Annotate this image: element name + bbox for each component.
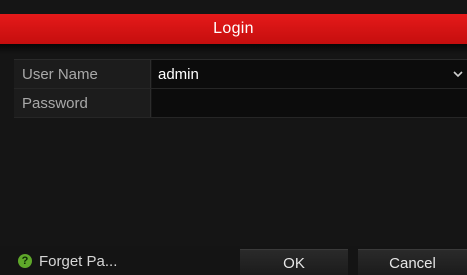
password-field[interactable] xyxy=(152,89,467,117)
help-icon: ? xyxy=(18,254,32,268)
username-select[interactable]: admin xyxy=(152,60,467,88)
chevron-down-icon[interactable] xyxy=(453,70,463,78)
dialog-title: Login xyxy=(0,14,467,44)
title-divider xyxy=(0,44,467,54)
password-label: Password xyxy=(14,89,151,117)
login-dialog: Login User Name admin Password ? Forget … xyxy=(0,0,467,275)
forget-password-label: Forget Pa... xyxy=(39,252,118,270)
password-row: Password xyxy=(14,89,467,118)
cancel-button[interactable]: Cancel xyxy=(358,249,467,275)
username-label: User Name xyxy=(14,60,151,88)
username-value: admin xyxy=(158,66,199,83)
ok-button[interactable]: OK xyxy=(240,249,348,275)
forget-password-link[interactable]: ? Forget Pa... xyxy=(18,251,117,271)
username-row: User Name admin xyxy=(14,60,467,89)
login-form: User Name admin Password xyxy=(14,59,467,121)
